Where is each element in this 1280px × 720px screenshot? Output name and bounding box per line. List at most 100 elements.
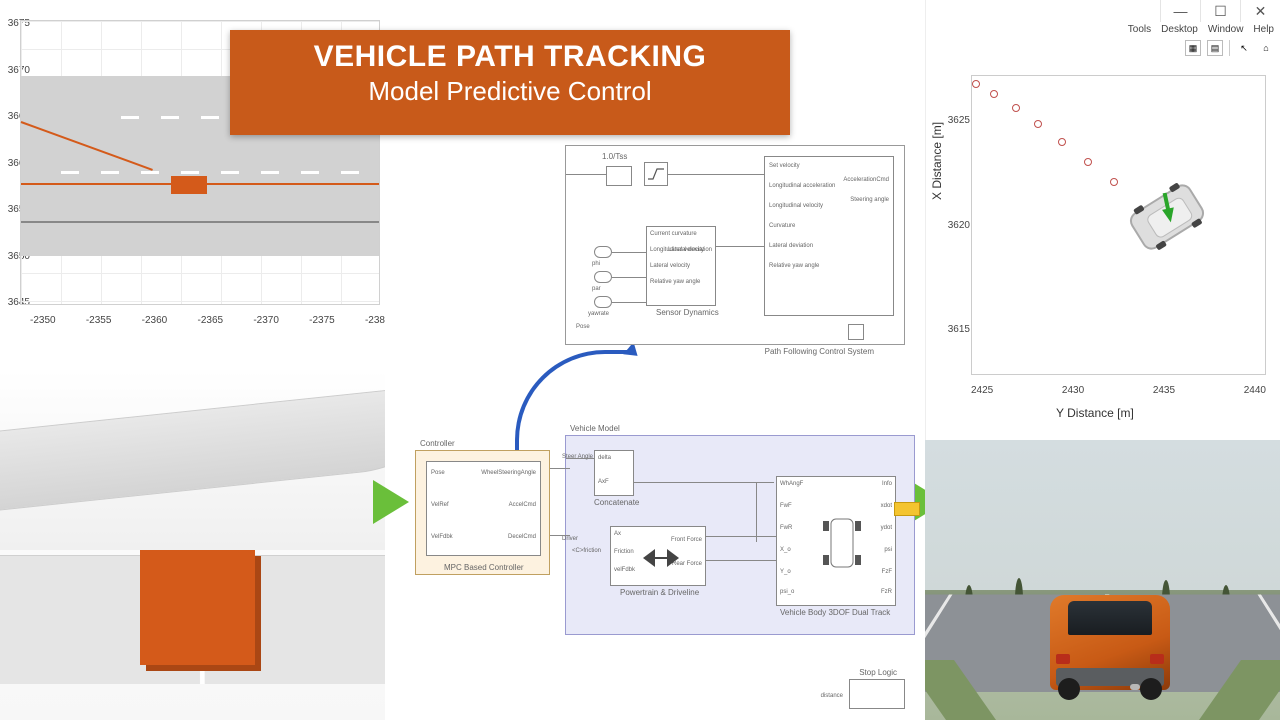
menu-desktop[interactable]: Desktop xyxy=(1161,24,1198,35)
block-label: Powertrain & Driveline xyxy=(620,588,699,597)
block-powertrain[interactable]: Ax Friction velFdbk Front Force Rear For… xyxy=(610,526,706,586)
figure-xticks: 2425 2430 2435 2440 xyxy=(971,385,1266,396)
block-vehicle-body[interactable]: WhAngF FwF FwR X_o Y_o psi_o Info xdot y… xyxy=(776,476,896,606)
xtick: -2355 xyxy=(86,315,112,326)
minimize-icon: — xyxy=(1174,3,1188,19)
ego-vehicle-render xyxy=(1050,595,1170,690)
toolbar-layout-icon[interactable]: ▤ xyxy=(1207,40,1223,56)
port-label: FzR xyxy=(881,589,892,595)
icon-glyph: ↖ xyxy=(1240,43,1248,54)
port-label: Set velocity xyxy=(769,163,800,169)
block-label: Stop Logic xyxy=(859,668,897,677)
port-label: AccelCmd xyxy=(509,502,536,508)
tail-light xyxy=(1150,654,1164,664)
port-label: AxF xyxy=(598,479,609,485)
menu-window[interactable]: Window xyxy=(1208,24,1244,35)
port-label: psi_o xyxy=(780,589,794,595)
port-label: Driver xyxy=(562,536,578,542)
menu-tools[interactable]: Tools xyxy=(1128,24,1151,35)
title-banner: VEHICLE PATH TRACKING Model Predictive C… xyxy=(230,30,790,135)
xtick: 2430 xyxy=(1062,385,1084,396)
port-label: Lateral deviation xyxy=(668,247,712,253)
waypoint-marker xyxy=(990,90,998,98)
xtick: 2440 xyxy=(1244,385,1266,396)
toolbar-home-icon[interactable]: ⌂ xyxy=(1258,40,1274,56)
close-button[interactable]: ✕ xyxy=(1240,0,1280,22)
port-label: Info xyxy=(882,481,892,487)
car-rear-window xyxy=(1068,601,1152,635)
port-label: X_o xyxy=(780,547,791,553)
ytick: 3625 xyxy=(944,115,970,126)
block-label: Vehicle Body 3DOF Dual Track xyxy=(780,608,890,617)
xtick: -238 xyxy=(365,315,385,326)
port-label: VelFdbk xyxy=(431,534,453,540)
signal-label: <C>friction xyxy=(572,548,601,554)
xtick: -2350 xyxy=(30,315,56,326)
minimize-button[interactable]: — xyxy=(1160,0,1200,22)
toolbar-sep xyxy=(1229,40,1230,56)
port-label: Steering angle xyxy=(850,197,889,203)
waypoint-marker xyxy=(1034,120,1042,128)
port-label: Y_o xyxy=(780,569,791,575)
xtick: 2435 xyxy=(1153,385,1175,396)
port-label: DecelCmd xyxy=(508,534,536,540)
block-concatenate[interactable]: delta AxF xyxy=(594,450,634,496)
block-gain[interactable] xyxy=(606,166,632,186)
block-path-following[interactable]: Set velocity Longitudinal acceleration L… xyxy=(764,156,894,316)
maximize-button[interactable]: ☐ xyxy=(1200,0,1240,22)
xtick: -2360 xyxy=(142,315,168,326)
port-label: Longitudinal velocity xyxy=(769,203,823,209)
figure-xlabel: Y Distance [m] xyxy=(1056,406,1134,420)
port-label: xdot xyxy=(881,503,892,509)
toolbar-grid-icon[interactable]: ▦ xyxy=(1185,40,1201,56)
toolbar-pointer-icon[interactable]: ↖ xyxy=(1236,40,1252,56)
block-sensor-dynamics[interactable]: Current curvature Longitudinal velocity … xyxy=(646,226,716,306)
inport[interactable] xyxy=(594,271,612,283)
exhaust xyxy=(1130,684,1140,690)
block-label: Path Following Control System xyxy=(765,347,874,356)
heading-arrow-icon xyxy=(1162,207,1177,223)
subsystem-detail[interactable]: Set velocity Longitudinal acceleration L… xyxy=(565,145,905,345)
title-line-1: VEHICLE PATH TRACKING xyxy=(250,40,770,74)
port-label: yawrate xyxy=(588,311,609,317)
port-label: psi xyxy=(884,547,892,553)
panel-simulink-diagram[interactable]: Set velocity Longitudinal acceleration L… xyxy=(385,135,925,715)
block-stop-logic[interactable] xyxy=(849,679,905,709)
menu-help[interactable]: Help xyxy=(1253,24,1274,35)
subsystem-controller[interactable]: Controller Pose VelRef VelFdbk WheelStee… xyxy=(415,450,550,575)
port-label: Ax xyxy=(614,531,621,537)
port-label: Current curvature xyxy=(650,231,697,237)
port-label: Relative yaw angle xyxy=(650,279,700,285)
block-label: Concatenate xyxy=(594,498,639,507)
inport[interactable] xyxy=(594,296,612,308)
tail-light xyxy=(1056,654,1070,664)
port-label: FwR xyxy=(780,525,792,531)
wire xyxy=(716,246,764,247)
block-signal-icon[interactable] xyxy=(644,162,668,186)
port-label: Lateral deviation xyxy=(769,243,813,249)
subsystem-vehicle-model[interactable]: Vehicle Model delta AxF Concatenate Ax F… xyxy=(565,435,915,635)
block-mpc-controller[interactable]: Pose VelRef VelFdbk WheelSteeringAngle A… xyxy=(426,461,541,556)
port-label: Front Force xyxy=(671,537,702,543)
vehicle-body-icon xyxy=(817,513,867,573)
port-label: velFdbk xyxy=(614,567,635,573)
driving-scene-wireframe xyxy=(0,370,385,720)
waypoint-marker xyxy=(1058,138,1066,146)
inport[interactable] xyxy=(594,246,612,258)
port-label: Friction xyxy=(614,549,634,555)
panel-driving-render xyxy=(925,440,1280,720)
signal-icon xyxy=(647,167,665,181)
wheel xyxy=(1140,678,1162,700)
xtick: -2370 xyxy=(253,315,279,326)
port-label: Relative yaw angle xyxy=(769,263,819,269)
port-label: Curvature xyxy=(769,223,795,229)
signal-label: distance xyxy=(821,693,843,699)
waypoint-marker xyxy=(1110,178,1118,186)
figure-axes[interactable] xyxy=(971,75,1266,375)
port-label: WhAngF xyxy=(780,481,803,487)
block-scope-icon[interactable] xyxy=(848,324,864,340)
group-label: Controller xyxy=(420,439,455,448)
ego-vehicle-marker xyxy=(171,176,207,194)
outport-xdot[interactable] xyxy=(894,502,920,516)
port-label: delta xyxy=(598,455,611,461)
